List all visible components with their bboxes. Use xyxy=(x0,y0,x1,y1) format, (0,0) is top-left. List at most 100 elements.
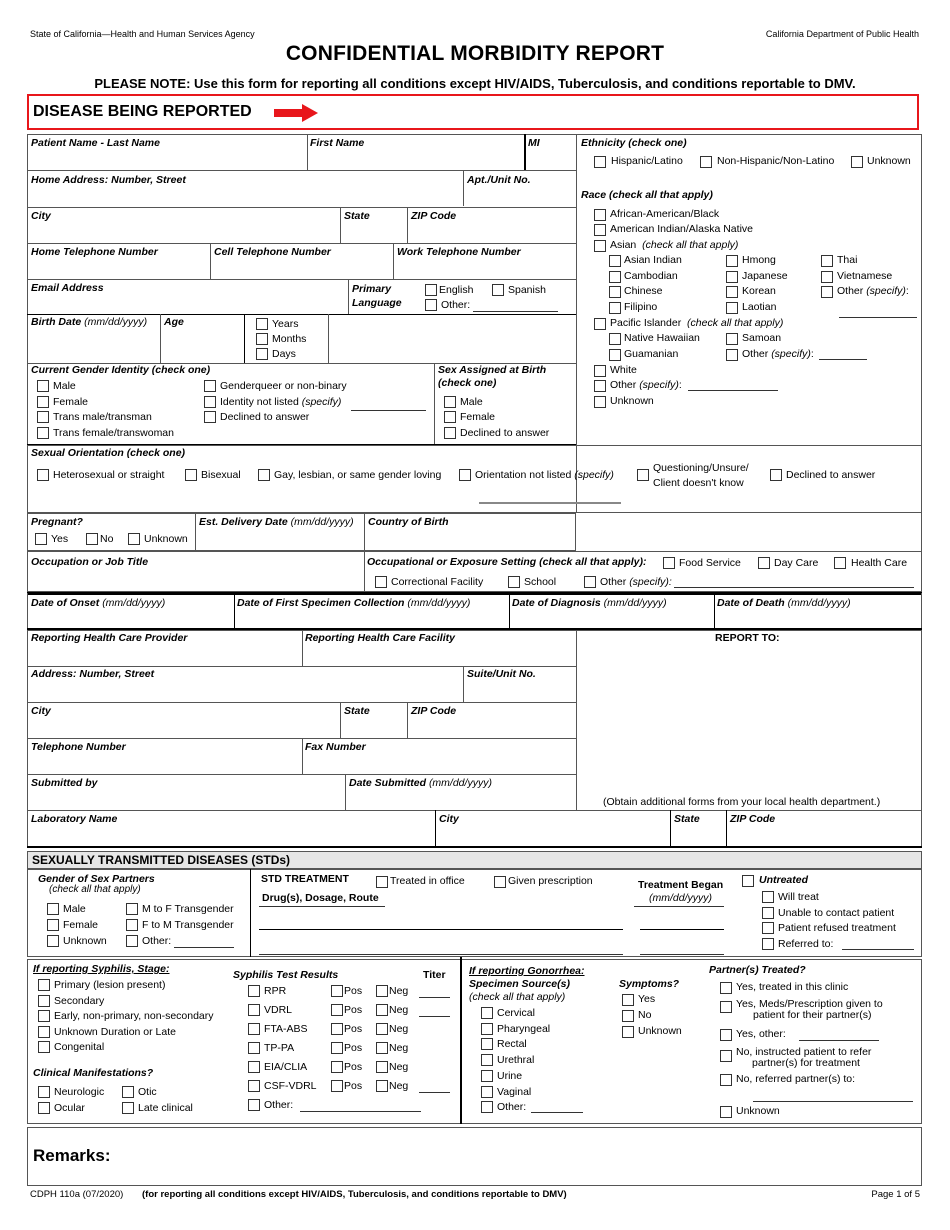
filipino-checkbox[interactable] xyxy=(609,302,621,314)
japanese-checkbox[interactable] xyxy=(726,271,738,283)
samoan-checkbox[interactable] xyxy=(726,333,738,345)
test-rpr-titer-input[interactable] xyxy=(419,997,450,998)
clinical-neurologic-checkbox[interactable] xyxy=(38,1086,50,1098)
orientation-questioning-checkbox[interactable] xyxy=(637,469,649,481)
gender-trans-male-checkbox[interactable] xyxy=(37,411,49,423)
eth-hispanic-checkbox[interactable] xyxy=(594,156,606,168)
test-csf-vdrl-checkbox[interactable] xyxy=(248,1080,260,1092)
lang-english-checkbox[interactable] xyxy=(425,284,437,296)
gender-not-listed-checkbox[interactable] xyxy=(204,396,216,408)
test-fta-abs-neg-checkbox[interactable] xyxy=(376,1023,388,1035)
refused-treatment-checkbox[interactable] xyxy=(762,922,774,934)
test-rpr-pos-checkbox[interactable] xyxy=(331,985,343,997)
race-pacific-checkbox[interactable] xyxy=(594,318,606,330)
partner-female-checkbox[interactable] xyxy=(47,919,59,931)
gender-female-checkbox[interactable] xyxy=(37,396,49,408)
eth-non-hispanic-checkbox[interactable] xyxy=(700,156,712,168)
partner-other-input[interactable] xyxy=(174,947,234,948)
test-tp-pa-neg-checkbox[interactable] xyxy=(376,1042,388,1054)
test-eia-clia-neg-checkbox[interactable] xyxy=(376,1061,388,1073)
partner-male-checkbox[interactable] xyxy=(47,903,59,915)
test-vdrl-pos-checkbox[interactable] xyxy=(331,1004,343,1016)
orientation-not-listed-checkbox[interactable] xyxy=(459,469,471,481)
lang-other-input[interactable] xyxy=(473,311,558,312)
test-other-input[interactable] xyxy=(300,1111,421,1112)
thai-checkbox[interactable] xyxy=(821,255,833,267)
treated-office-checkbox[interactable] xyxy=(376,876,388,888)
eth-unknown-checkbox[interactable] xyxy=(851,156,863,168)
sex-declined-checkbox[interactable] xyxy=(444,427,456,439)
will-treat-checkbox[interactable] xyxy=(762,891,774,903)
pt-unknown-checkbox[interactable] xyxy=(720,1106,732,1118)
referred-to-checkbox[interactable] xyxy=(762,938,774,950)
native-hawaiian-checkbox[interactable] xyxy=(609,333,621,345)
stage-secondary-checkbox[interactable] xyxy=(38,995,50,1007)
sex-male-checkbox[interactable] xyxy=(444,396,456,408)
chinese-checkbox[interactable] xyxy=(609,286,621,298)
test-fta-abs-pos-checkbox[interactable] xyxy=(331,1023,343,1035)
pacific-other-input[interactable] xyxy=(819,359,867,360)
test-eia-clia-checkbox[interactable] xyxy=(248,1061,260,1073)
symptoms-yes-checkbox[interactable] xyxy=(622,994,634,1006)
stage-early-checkbox[interactable] xyxy=(38,1010,50,1022)
setting-other-checkbox[interactable] xyxy=(584,576,596,588)
test-csf-vdrl-pos-checkbox[interactable] xyxy=(331,1080,343,1092)
test-vdrl-checkbox[interactable] xyxy=(248,1004,260,1016)
setting-school-checkbox[interactable] xyxy=(508,576,520,588)
age-days-checkbox[interactable] xyxy=(256,348,268,360)
test-fta-abs-checkbox[interactable] xyxy=(248,1023,260,1035)
test-csf-vdrl-neg-checkbox[interactable] xyxy=(376,1080,388,1092)
race-african-american-checkbox[interactable] xyxy=(594,209,606,221)
symptoms-unknown-checkbox[interactable] xyxy=(622,1026,634,1038)
orientation-gay-checkbox[interactable] xyxy=(258,469,270,481)
test-tp-pa-pos-checkbox[interactable] xyxy=(331,1042,343,1054)
setting-other-input[interactable] xyxy=(674,587,914,588)
test-eia-clia-pos-checkbox[interactable] xyxy=(331,1061,343,1073)
race-unknown-checkbox[interactable] xyxy=(594,396,606,408)
clinical-ocular-checkbox[interactable] xyxy=(38,1102,50,1114)
test-tp-pa-checkbox[interactable] xyxy=(248,1042,260,1054)
partner-ftm-checkbox[interactable] xyxy=(126,919,138,931)
race-white-checkbox[interactable] xyxy=(594,365,606,377)
gender-specify-input[interactable] xyxy=(351,410,426,411)
age-months-checkbox[interactable] xyxy=(256,333,268,345)
race-other-input[interactable] xyxy=(688,390,778,391)
partner-unknown-checkbox[interactable] xyxy=(47,935,59,947)
orientation-hetero-checkbox[interactable] xyxy=(37,469,49,481)
pt-referred-input[interactable] xyxy=(753,1101,913,1102)
specimen-urine-checkbox[interactable] xyxy=(481,1069,493,1082)
setting-food-service-checkbox[interactable] xyxy=(663,557,675,569)
specimen-urethral-checkbox[interactable] xyxy=(481,1054,493,1067)
specimen-vaginal-checkbox[interactable] xyxy=(481,1085,493,1098)
setting-day-care-checkbox[interactable] xyxy=(758,557,770,569)
drug-input-2[interactable] xyxy=(259,954,623,955)
clinical-late-checkbox[interactable] xyxy=(122,1102,134,1114)
vietnamese-checkbox[interactable] xyxy=(821,271,833,283)
stage-unknown-late-checkbox[interactable] xyxy=(38,1026,50,1038)
setting-correctional-checkbox[interactable] xyxy=(375,576,387,588)
laotian-checkbox[interactable] xyxy=(726,302,738,314)
race-american-indian-checkbox[interactable] xyxy=(594,224,606,236)
unable-contact-checkbox[interactable] xyxy=(762,907,774,919)
partner-other-checkbox[interactable] xyxy=(126,935,138,947)
gender-declined-checkbox[interactable] xyxy=(204,411,216,423)
gender-trans-female-checkbox[interactable] xyxy=(37,427,49,439)
pacific-other-checkbox[interactable] xyxy=(726,349,738,361)
asian-other-input[interactable] xyxy=(839,317,917,318)
treatment-date-input-2[interactable] xyxy=(640,954,724,955)
setting-health-care-checkbox[interactable] xyxy=(834,557,846,569)
referred-to-input[interactable] xyxy=(842,949,914,950)
test-vdrl-titer-input[interactable] xyxy=(419,1016,450,1017)
hmong-checkbox[interactable] xyxy=(726,255,738,267)
drug-input-1[interactable] xyxy=(259,929,623,930)
test-csf-vdrl-titer-input[interactable] xyxy=(419,1092,450,1093)
symptoms-no-checkbox[interactable] xyxy=(622,1010,634,1022)
lang-spanish-checkbox[interactable] xyxy=(492,284,504,296)
guamanian-checkbox[interactable] xyxy=(609,349,621,361)
stage-primary-checkbox[interactable] xyxy=(38,979,50,991)
untreated-checkbox[interactable] xyxy=(742,875,754,887)
gender-male-checkbox[interactable] xyxy=(37,380,49,392)
pt-no-instructed-checkbox[interactable] xyxy=(720,1050,732,1062)
stage-congenital-checkbox[interactable] xyxy=(38,1041,50,1053)
specimen-pharyngeal-checkbox[interactable] xyxy=(481,1022,493,1035)
